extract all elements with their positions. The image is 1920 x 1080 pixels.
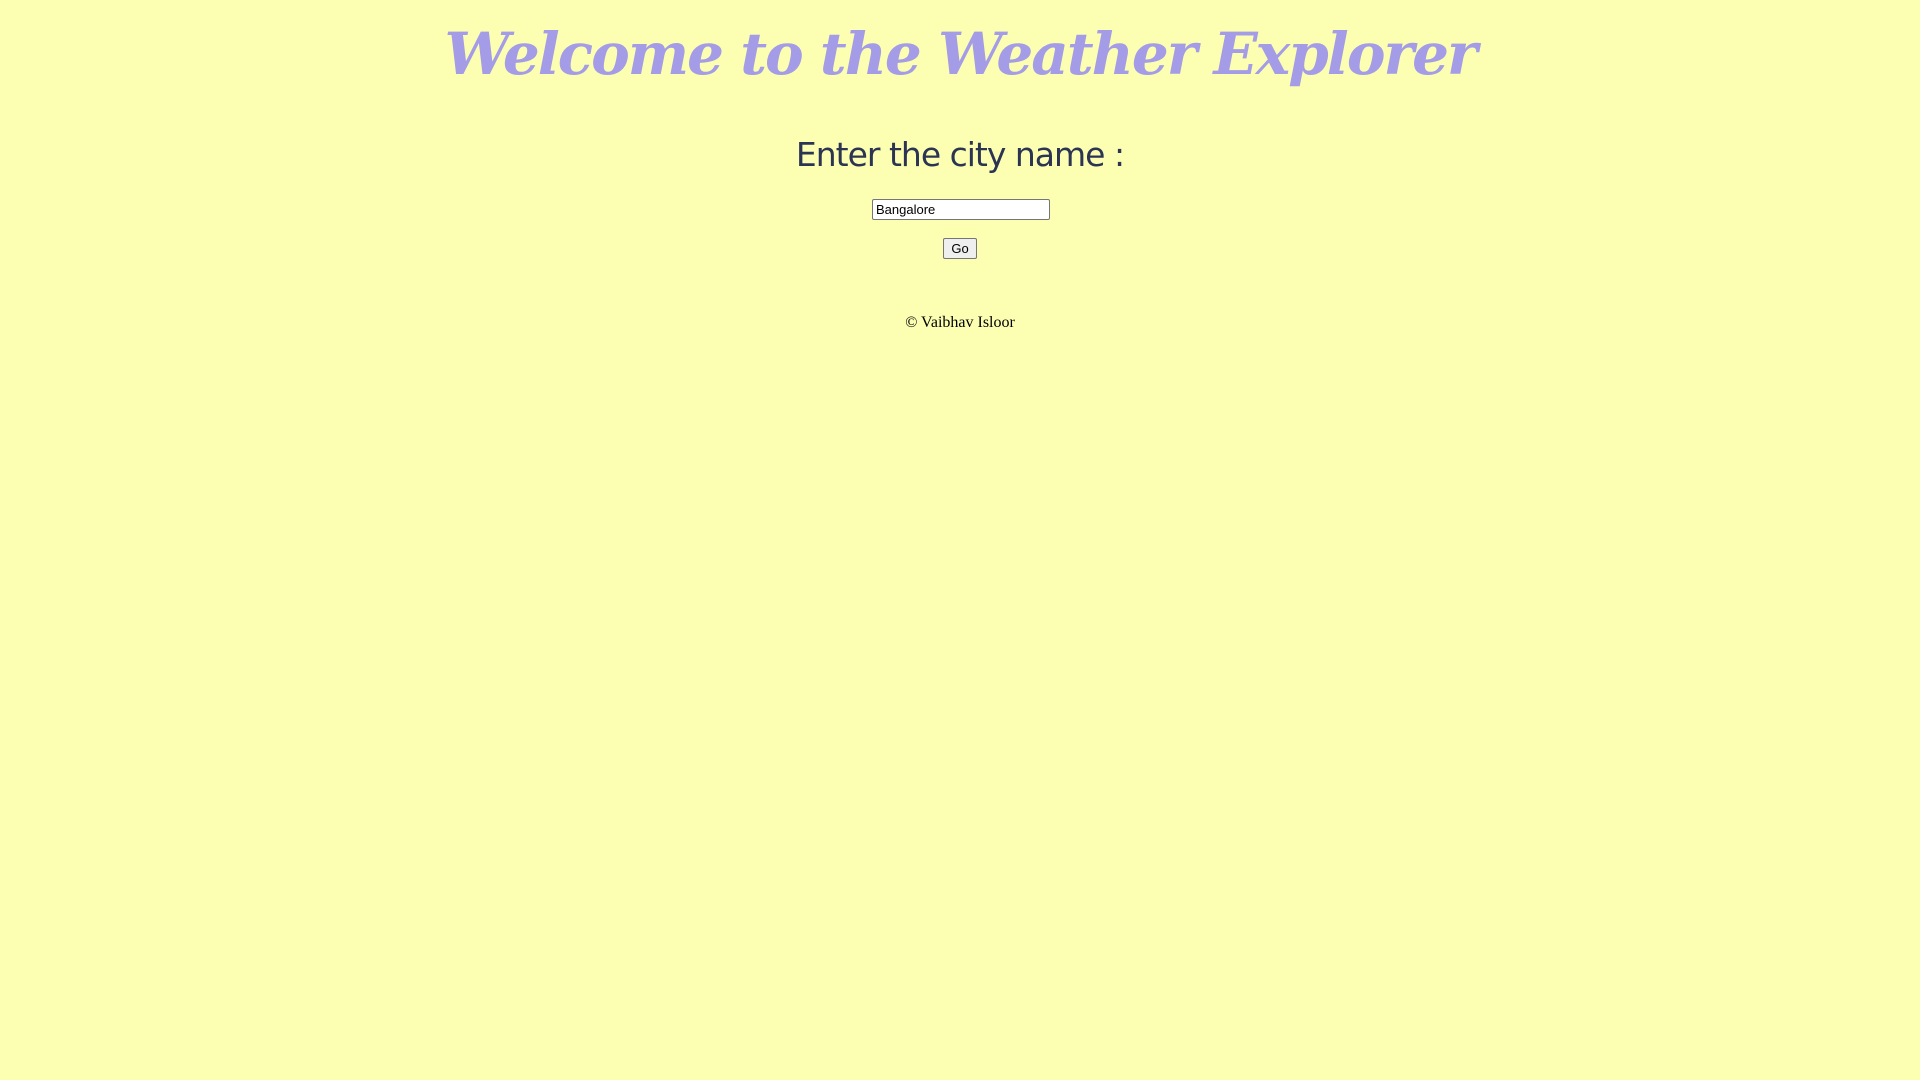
page: Welcome to the Weather Explorer Enter th…: [0, 0, 1920, 1080]
city-input[interactable]: [872, 199, 1050, 220]
city-prompt: Enter the city name :: [795, 135, 1125, 174]
go-button[interactable]: Go: [943, 238, 977, 259]
page-title: Welcome to the Weather Explorer: [444, 20, 1477, 88]
copyright-footer: © Vaibhav Isloor: [905, 314, 1015, 331]
